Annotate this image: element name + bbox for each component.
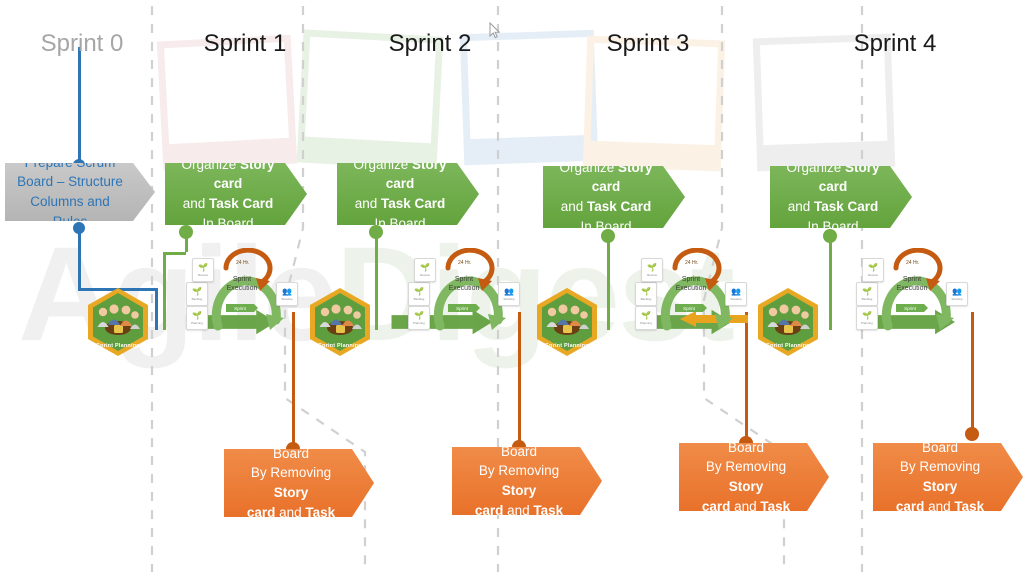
mouse-pointer-icon — [489, 22, 501, 39]
cursor-layer — [0, 0, 1024, 576]
slide-canvas: AgileDigest Sprint Planning Sprint Sprint E… — [0, 0, 1024, 576]
